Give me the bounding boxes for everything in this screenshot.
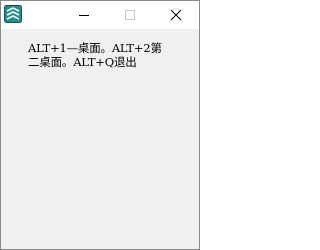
- app-window: ALT+1—桌面。ALT+2第 二桌面。ALT+Q退出: [0, 0, 200, 250]
- minimize-icon: [78, 6, 90, 25]
- title-bar[interactable]: [1, 1, 199, 29]
- app-icon[interactable]: [4, 5, 22, 23]
- window-content: ALT+1—桌面。ALT+2第 二桌面。ALT+Q退出: [1, 29, 199, 249]
- minimize-button[interactable]: [61, 1, 107, 29]
- maximize-button[interactable]: [107, 1, 153, 29]
- shortcut-message: ALT+1—桌面。ALT+2第 二桌面。ALT+Q退出: [28, 41, 162, 69]
- close-button[interactable]: [153, 1, 199, 29]
- maximize-icon: [124, 6, 136, 25]
- close-icon: [170, 6, 182, 25]
